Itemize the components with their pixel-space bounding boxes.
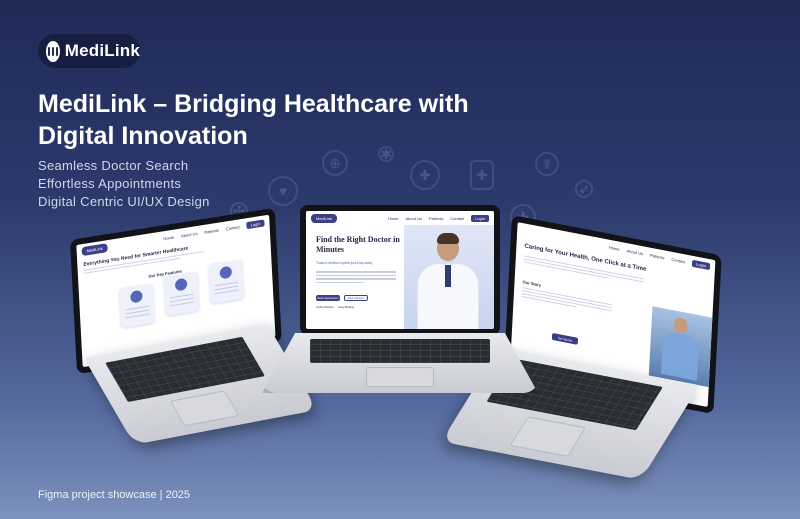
doctor-with-patient-photo	[648, 306, 713, 388]
feature-item: Effortless Appointments	[38, 176, 182, 191]
mini-login-button: Login	[692, 259, 711, 270]
mini-hero-subtitle: Trusted medical experts just a tap away	[316, 261, 373, 265]
mini-login-button: Login	[471, 214, 489, 222]
trackpad	[366, 367, 434, 387]
feature-item: Digital Centric UI/UX Design	[38, 194, 210, 209]
headline-line-2: Digital Innovation	[38, 122, 248, 150]
headline-line-1: MediLink – Bridging Healthcare with	[38, 90, 469, 118]
medical-cross-icon: ✚	[410, 160, 440, 190]
trackpad	[509, 416, 587, 457]
phone-health-icon: ✚	[470, 160, 494, 190]
keyboard	[310, 339, 490, 363]
mini-stat: Easy Booking	[338, 306, 354, 309]
mini-nav-link: About Us	[180, 230, 198, 239]
mini-stats: Verified Doctors Easy Booking	[316, 306, 354, 309]
footer-caption: Figma project showcase | 2025	[38, 489, 191, 501]
mini-nav-link: About Us	[626, 247, 644, 256]
mini-nav-link: Patients	[204, 227, 220, 235]
capsule-icon: ⊕	[322, 150, 348, 176]
mini-brand: MediLink	[311, 213, 338, 223]
mini-nav-link: Contact	[450, 215, 465, 221]
mini-nav-link: Patients	[649, 252, 665, 260]
mini-nav-link: Patients	[428, 215, 444, 221]
mini-hero-title: Find the Right Doctor in Minutes	[316, 235, 400, 254]
mini-nav-link: Home	[387, 215, 399, 221]
feature-card	[208, 258, 245, 305]
trackpad	[169, 390, 240, 427]
stethoscope-icon: ☤	[535, 152, 559, 176]
mini-nav-link: Contact	[225, 223, 240, 231]
mini-secondary-button: Find a Doctor	[344, 295, 368, 301]
mini-nav-link: Home	[608, 244, 620, 252]
page-headline: MediLink – Bridging Healthcare with Digi…	[38, 88, 558, 152]
medilink-logo-icon	[46, 40, 60, 62]
mini-nav-link: Home	[163, 234, 175, 241]
mini-brand: MediLink	[81, 242, 108, 256]
brand-logo: MediLink	[38, 34, 140, 68]
laptop-screen: MediLink Home About Us Patients Contact …	[300, 205, 500, 335]
mini-paragraph	[316, 271, 396, 285]
mini-nav-link: About Us	[405, 215, 422, 221]
feature-card	[118, 283, 155, 329]
website-preview-home: MediLink Home About Us Patients Contact …	[306, 211, 494, 329]
doctor-hero-image	[404, 225, 494, 329]
feature-item: Seamless Doctor Search	[38, 158, 189, 173]
mini-stat: Verified Doctors	[316, 306, 334, 309]
feature-list: Seamless Doctor Search Effortless Appoin…	[38, 157, 210, 211]
brand-name: MediLink	[64, 41, 140, 60]
laptop-base	[262, 333, 538, 393]
syringe-icon: ➶	[575, 180, 593, 198]
heart-icon: ♥	[268, 176, 298, 206]
mini-cta-button: Get Started	[551, 332, 579, 345]
mini-nav: MediLink Home About Us Patients Contact …	[306, 211, 494, 225]
laptop-mockup-center: MediLink Home About Us Patients Contact …	[262, 205, 538, 395]
mini-nav-link: Contact	[671, 256, 686, 264]
feature-card	[163, 270, 200, 317]
mini-primary-button: Book Appointment	[316, 295, 340, 301]
